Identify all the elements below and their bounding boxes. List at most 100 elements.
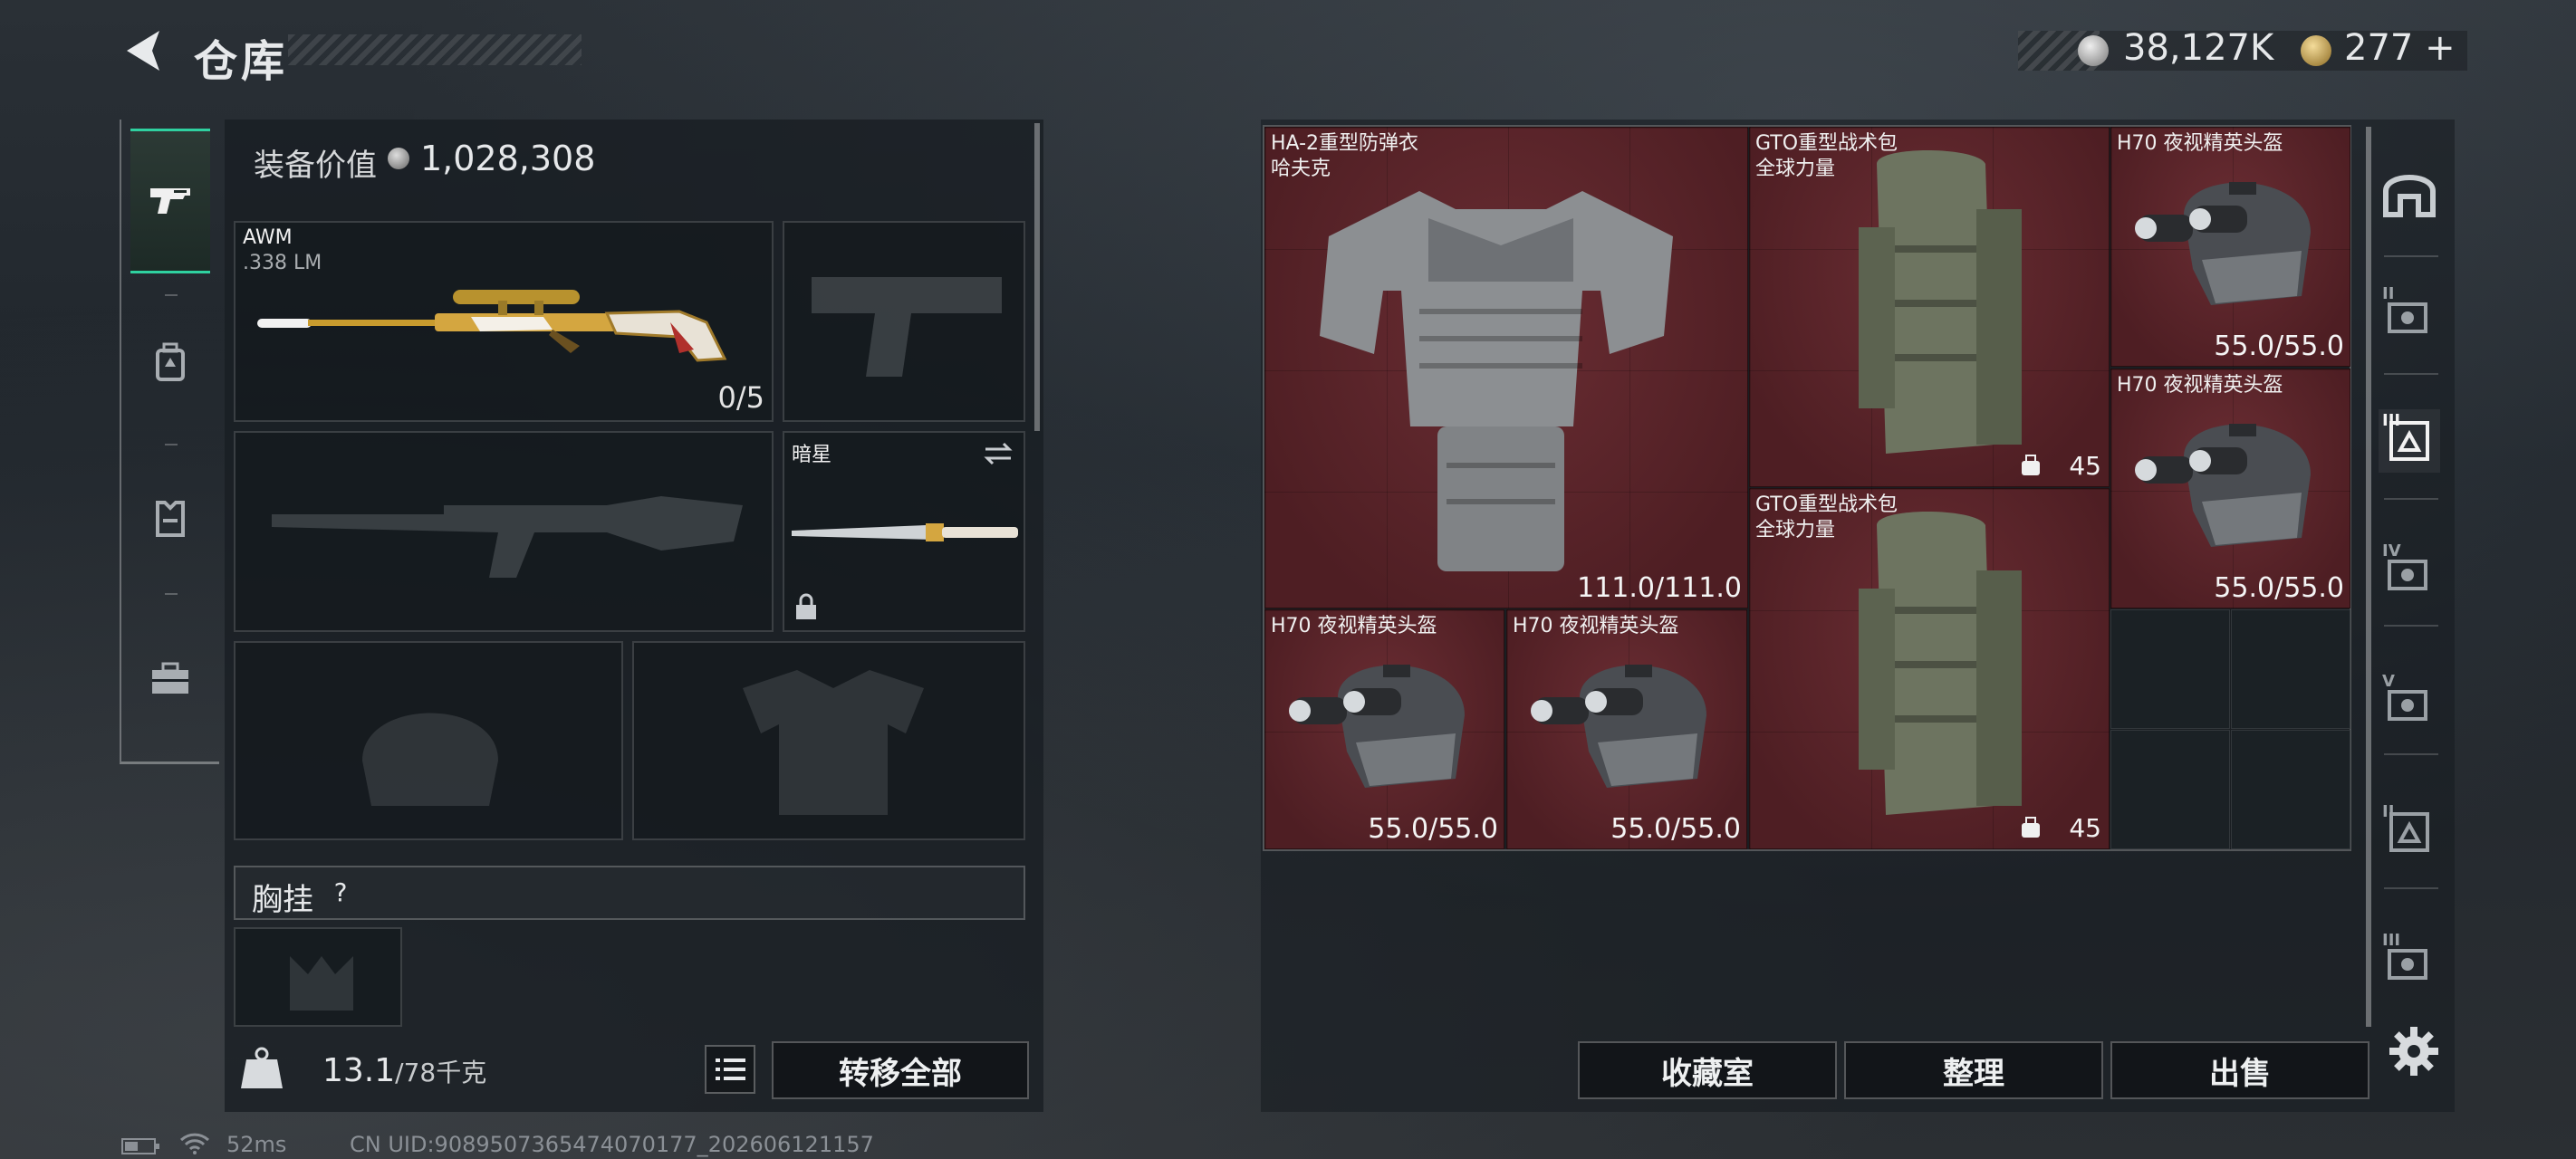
item-durability: 55.0/55.0 (1610, 813, 1741, 845)
item-name: H70 夜视精英头盔 (2117, 132, 2283, 155)
storage-item-helmet[interactable]: H70 夜视精英头盔 55.0/55.0 (1506, 609, 1747, 849)
storage-item-armor[interactable]: HA-2重型防弹衣 哈夫克 111.0/111.0 (1264, 127, 1748, 608)
pistol-silhouette-icon (812, 277, 1002, 377)
tab-roman-numeral: IV (2382, 541, 2401, 560)
swap-icon[interactable] (982, 440, 1014, 467)
weight-max: /78千克 (395, 1058, 487, 1087)
storage-cell-empty[interactable] (2231, 730, 2350, 849)
item-durability: 55.0/55.0 (1368, 813, 1498, 845)
heavy-armor-image (1320, 191, 1673, 571)
tab-roman-numeral: III (2382, 411, 2401, 430)
nav-weapons[interactable] (130, 129, 210, 273)
storage-item-backpack[interactable]: GTO重型战术包 全球力量 45 (1749, 127, 2110, 487)
lock-icon (796, 593, 816, 619)
item-name: HA-2重型防弹衣 (1271, 132, 1419, 155)
battery-icon (121, 1138, 159, 1154)
melee-name: 暗星 (792, 444, 832, 466)
melee-slot[interactable]: 暗星 (783, 431, 1025, 632)
item-capacity: 45 (2069, 813, 2101, 843)
armor-slot[interactable] (632, 641, 1025, 840)
item-durability: 111.0/111.0 (1577, 572, 1742, 604)
tactical-backpack-image (1859, 512, 2022, 815)
nvg-helmet-image (2135, 424, 2311, 547)
tab-divider (2384, 255, 2438, 257)
tab-roman-numeral: V (2382, 672, 2395, 691)
storage-tab-5[interactable]: II (2379, 800, 2440, 864)
helmet-silhouette-icon (362, 713, 498, 806)
storage-cell-empty[interactable] (2110, 730, 2230, 849)
currency-gold[interactable]: 277 + (2344, 27, 2456, 69)
storage-tab-4[interactable]: V (2379, 670, 2440, 733)
vest-icon (156, 501, 185, 537)
item-durability: 55.0/55.0 (2214, 330, 2344, 362)
list-view-button[interactable] (705, 1045, 755, 1094)
nvg-helmet-image (1289, 665, 1465, 788)
tab-roman-numeral: II (2382, 284, 2395, 303)
weight-display: 13.1/78千克 (322, 1052, 486, 1089)
back-icon[interactable] (120, 27, 165, 74)
storage-item-helmet[interactable]: H70 夜视精英头盔 55.0/55.0 (2110, 127, 2350, 367)
sort-button[interactable]: 整理 (1844, 1041, 2103, 1099)
list-icon (716, 1058, 745, 1080)
loadout-scrollbar[interactable] (1034, 123, 1040, 431)
currency-gold-value: 277 (2344, 27, 2414, 69)
chest-rig-label: 胸挂 (252, 882, 313, 918)
storage-cell-empty[interactable] (2231, 609, 2350, 729)
storage-item-helmet[interactable]: H70 夜视精英头盔 55.0/55.0 (2110, 369, 2350, 608)
silver-coin-icon (2078, 35, 2109, 66)
silver-coin-icon (388, 148, 409, 169)
wifi-icon (179, 1133, 210, 1154)
nav-backpack[interactable] (130, 290, 210, 435)
storage-tab-2[interactable]: III (2379, 409, 2440, 473)
tab-roman-numeral: III (2382, 931, 2401, 950)
item-manufacturer: 全球力量 (1755, 158, 1836, 180)
tactical-backpack-image (1859, 150, 2022, 454)
secondary-weapon-slot[interactable] (783, 221, 1025, 422)
chest-rig-help-icon[interactable]: ? (322, 875, 359, 911)
nav-vest[interactable] (130, 445, 210, 590)
weapon-ammo-count: 0/5 (717, 380, 765, 415)
equipment-value-label: 装备价值 (254, 148, 377, 184)
sell-button[interactable]: 出售 (2110, 1041, 2369, 1099)
currency-gold-add[interactable]: + (2425, 27, 2456, 69)
rifle-silhouette-icon (272, 496, 743, 578)
helmet-slot[interactable] (234, 641, 623, 840)
storage-tab-6[interactable]: III (2379, 929, 2440, 992)
backpack-capacity-icon (2022, 817, 2040, 838)
storage-tab-3[interactable]: IV (2379, 540, 2440, 603)
weapon-ammo-type: .338 LM (243, 252, 322, 274)
warehouse-icon (2383, 175, 2436, 217)
storage-item-backpack[interactable]: GTO重型战术包 全球力量 45 (1749, 488, 2110, 849)
storage-scrollbar[interactable] (2366, 127, 2371, 1027)
storage-tab-home[interactable] (2379, 159, 2440, 223)
title-decoration (288, 34, 582, 65)
pistol-icon (150, 188, 190, 214)
chest-rig-silhouette-icon (290, 956, 353, 1011)
tab-roman-numeral: II (2382, 802, 2395, 821)
toolbox-icon (152, 662, 188, 694)
chest-rig-slot[interactable] (234, 927, 402, 1027)
page-title: 仓库 (194, 36, 289, 87)
item-name: H70 夜视精英头盔 (1513, 615, 1679, 637)
transfer-all-button[interactable]: 转移全部 (772, 1041, 1029, 1099)
weight-icon (235, 1041, 288, 1094)
equipment-value: 1,028,308 (420, 139, 596, 178)
tab-divider (2384, 498, 2438, 500)
primary-weapon-slot[interactable]: AWM .338 LM 0/5 (234, 221, 774, 422)
storage-cell-empty[interactable] (2110, 609, 2230, 729)
nav-supplies[interactable] (130, 607, 210, 752)
gold-coin-icon (2301, 35, 2331, 66)
storage-tab-1[interactable]: II (2379, 283, 2440, 346)
gear-icon[interactable] (2388, 1025, 2440, 1078)
storage-item-helmet[interactable]: H70 夜视精英头盔 55.0/55.0 (1264, 609, 1504, 849)
tab-divider (2384, 373, 2438, 375)
nav-divider (165, 593, 178, 595)
collection-room-button[interactable]: 收藏室 (1578, 1041, 1837, 1099)
armor-silhouette-icon (743, 670, 924, 815)
item-capacity: 45 (2069, 451, 2101, 481)
ping-display: 52ms (226, 1132, 287, 1157)
tab-divider (2384, 753, 2438, 755)
knife-image (792, 523, 1018, 541)
awm-rifle-image (257, 290, 727, 362)
secondary-primary-slot[interactable] (234, 431, 774, 632)
